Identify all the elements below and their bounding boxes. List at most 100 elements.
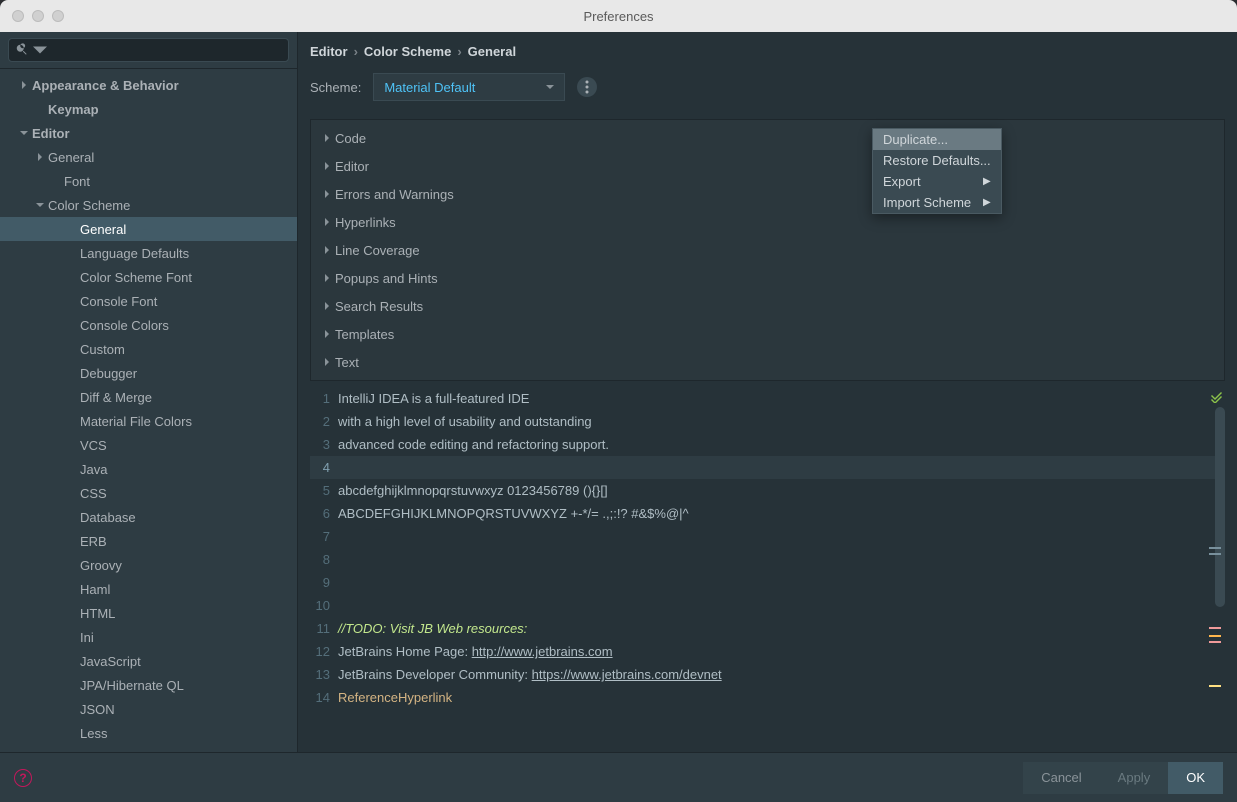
tree-item[interactable]: ERB xyxy=(0,529,297,553)
line-text: JetBrains Developer Community: https://w… xyxy=(338,667,722,682)
line-number: 1 xyxy=(310,391,338,406)
preview-line: 3advanced code editing and refactoring s… xyxy=(310,433,1225,456)
popup-item[interactable]: Restore Defaults... xyxy=(873,150,1001,171)
tree-item[interactable]: Appearance & Behavior xyxy=(0,73,297,97)
expand-icon xyxy=(32,197,48,213)
tree-item[interactable]: Custom xyxy=(0,337,297,361)
tree-item[interactable]: CSS xyxy=(0,481,297,505)
category-item[interactable]: Editor xyxy=(311,152,1224,180)
tree-item-label: Java xyxy=(80,462,107,477)
tree-item[interactable]: Keymap xyxy=(0,97,297,121)
category-item[interactable]: Code xyxy=(311,124,1224,152)
tree-item-label: Console Font xyxy=(80,294,157,309)
tree-item[interactable]: General xyxy=(0,145,297,169)
expand-icon xyxy=(32,149,48,165)
titlebar: Preferences xyxy=(0,0,1237,32)
tree-item-label: VCS xyxy=(80,438,107,453)
tree-item[interactable]: Haml xyxy=(0,577,297,601)
tree-item-label: Appearance & Behavior xyxy=(32,78,179,93)
tree-item[interactable]: JSON xyxy=(0,697,297,721)
zoom-window-button[interactable] xyxy=(52,10,64,22)
expand-icon xyxy=(319,270,335,286)
tree-item[interactable]: Material File Colors xyxy=(0,409,297,433)
category-label: Search Results xyxy=(335,299,423,314)
minimize-window-button[interactable] xyxy=(32,10,44,22)
tree-item-label: JavaScript xyxy=(80,654,141,669)
tree-item[interactable]: Language Defaults xyxy=(0,241,297,265)
expand-icon xyxy=(64,365,80,381)
tree-item[interactable]: General xyxy=(0,217,297,241)
preview-line: 2with a high level of usability and outs… xyxy=(310,410,1225,433)
tree-item[interactable]: HTML xyxy=(0,601,297,625)
tree-item[interactable]: Ini xyxy=(0,625,297,649)
category-item[interactable]: Line Coverage xyxy=(311,236,1224,264)
tree-item-label: JPA/Hibernate QL xyxy=(80,678,184,693)
expand-icon xyxy=(32,101,48,117)
category-item[interactable]: Templates xyxy=(311,320,1224,348)
tree-item[interactable]: Color Scheme xyxy=(0,193,297,217)
scheme-dropdown[interactable]: Material Default xyxy=(373,73,565,101)
help-button[interactable]: ? xyxy=(14,769,32,787)
scheme-actions-popup[interactable]: Duplicate... Restore Defaults... Export▶Im… xyxy=(872,128,1002,214)
apply-button[interactable]: Apply xyxy=(1100,762,1169,794)
expand-icon xyxy=(16,125,32,141)
expand-icon xyxy=(319,130,335,146)
popup-item[interactable]: Duplicate... xyxy=(873,129,1001,150)
category-label: Errors and Warnings xyxy=(335,187,454,202)
category-item[interactable]: Hyperlinks xyxy=(311,208,1224,236)
popup-item[interactable]: Import Scheme▶ xyxy=(873,192,1001,213)
category-item[interactable]: Text xyxy=(311,348,1224,376)
tree-item-label: Debugger xyxy=(80,366,137,381)
popup-item-label: Restore Defaults... xyxy=(883,153,991,168)
category-item[interactable]: Search Results xyxy=(311,292,1224,320)
expand-icon xyxy=(64,413,80,429)
expand-icon xyxy=(64,677,80,693)
popup-item[interactable]: Export▶ xyxy=(873,171,1001,192)
category-item[interactable]: Popups and Hints xyxy=(311,264,1224,292)
expand-icon xyxy=(64,437,80,453)
tree-item[interactable]: Markdown xyxy=(0,745,297,752)
tree-item[interactable]: Editor xyxy=(0,121,297,145)
tree-item[interactable]: Font xyxy=(0,169,297,193)
tree-item[interactable]: Color Scheme Font xyxy=(0,265,297,289)
category-list[interactable]: Code Editor Errors and Warnings HyperlinksL… xyxy=(310,119,1225,381)
tree-item-label: Less xyxy=(80,726,107,741)
tree-item[interactable]: JPA/Hibernate QL xyxy=(0,673,297,697)
ok-button[interactable]: OK xyxy=(1168,762,1223,794)
tree-item[interactable]: JavaScript xyxy=(0,649,297,673)
tree-item-label: CSS xyxy=(80,486,107,501)
preview-line: 5abcdefghijklmnopqrstuvwxyz 0123456789 (… xyxy=(310,479,1225,502)
tree-item[interactable]: Less xyxy=(0,721,297,745)
submenu-arrow-icon: ▶ xyxy=(983,197,991,208)
close-window-button[interactable] xyxy=(12,10,24,22)
preview-line: 8 xyxy=(310,548,1225,571)
tree-item[interactable]: Debugger xyxy=(0,361,297,385)
tree-item-label: Language Defaults xyxy=(80,246,189,261)
preview-line: 13JetBrains Developer Community: https:/… xyxy=(310,663,1225,686)
tree-item[interactable]: Diff & Merge xyxy=(0,385,297,409)
expand-icon xyxy=(64,509,80,525)
search-input[interactable] xyxy=(8,38,289,62)
tree-item-label: Editor xyxy=(32,126,70,141)
scheme-actions-button[interactable] xyxy=(577,77,597,97)
category-label: Popups and Hints xyxy=(335,271,438,286)
tree-item[interactable]: Java xyxy=(0,457,297,481)
tree-item[interactable]: Console Colors xyxy=(0,313,297,337)
settings-tree[interactable]: Appearance & Behavior Keymap Editor General… xyxy=(0,69,297,752)
tree-item-label: Diff & Merge xyxy=(80,390,152,405)
tree-item[interactable]: VCS xyxy=(0,433,297,457)
category-label: Code xyxy=(335,131,366,146)
tree-item[interactable]: Database xyxy=(0,505,297,529)
expand-icon xyxy=(319,298,335,314)
line-text: advanced code editing and refactoring su… xyxy=(338,437,609,452)
category-item[interactable]: Errors and Warnings xyxy=(311,180,1224,208)
cancel-button[interactable]: Cancel xyxy=(1023,762,1099,794)
expand-icon xyxy=(16,77,32,93)
expand-icon xyxy=(64,725,80,741)
chevron-down-icon xyxy=(546,83,554,91)
expand-icon xyxy=(64,269,80,285)
tree-item[interactable]: Groovy xyxy=(0,553,297,577)
line-number: 2 xyxy=(310,414,338,429)
preview-editor[interactable]: 1IntelliJ IDEA is a full-featured IDE2wi… xyxy=(310,387,1225,752)
tree-item[interactable]: Console Font xyxy=(0,289,297,313)
